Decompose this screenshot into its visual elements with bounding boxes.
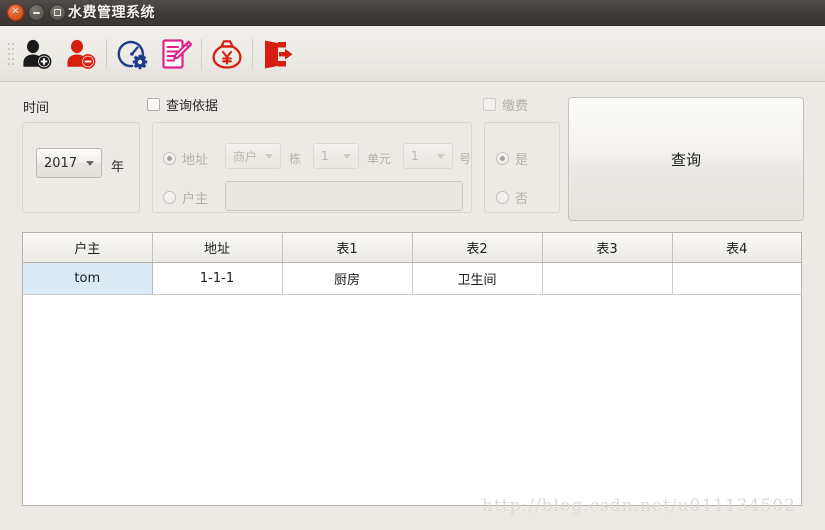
payment-filter-group: 是 否 [484, 122, 560, 213]
time-group-label: 时间 [20, 97, 53, 116]
radio-paid-no-dot [496, 191, 509, 204]
toolbar-separator [201, 38, 202, 69]
radio-paid-no[interactable]: 否 [496, 188, 528, 207]
year-select-value: 2017 [44, 155, 78, 171]
toolbar [0, 26, 825, 82]
minimize-icon [33, 11, 40, 14]
window-title: 水费管理系统 [68, 5, 155, 21]
watermark-text: http://blog.csdn.net/u011134502 [482, 496, 796, 516]
application-window: ✕ 水费管理系统 时间 2017 年 地址 商户 栋 1 单元 1 号 户主 查… [0, 0, 825, 530]
maximize-icon [54, 9, 61, 16]
address-type-value: 商户 [233, 149, 258, 164]
cell-meter3[interactable] [542, 262, 673, 295]
radio-address-dot [163, 152, 176, 165]
cell-owner[interactable]: tom [23, 262, 153, 295]
radio-owner[interactable]: 户主 [163, 188, 208, 207]
meter-settings-button[interactable] [110, 32, 154, 76]
column-header-meter4[interactable]: 表4 [672, 233, 801, 263]
column-header-meter1[interactable]: 表1 [282, 233, 413, 263]
cell-meter2[interactable]: 卫生间 [412, 262, 543, 295]
year-unit-label: 年 [111, 160, 125, 175]
unit-label: 单元 [367, 152, 392, 166]
add-user-icon [23, 39, 52, 69]
toolbar-separator [106, 38, 107, 69]
toolbar-grip[interactable] [4, 41, 13, 67]
payment-button[interactable] [205, 32, 249, 76]
money-bag-yuan-icon [212, 39, 242, 69]
window-controls: ✕ [7, 4, 66, 21]
edit-record-icon [162, 38, 193, 69]
query-basis-checkbox-label: 查询依据 [166, 99, 219, 114]
chevron-down-icon [343, 154, 351, 159]
toolbar-separator [252, 38, 253, 69]
exit-door-icon [265, 40, 293, 68]
results-table[interactable]: 户主 地址 表1 表2 表3 表4 tom 1-1-1 厨房 卫生间 [22, 232, 802, 506]
remove-user-icon [67, 39, 96, 69]
radio-owner-dot [163, 191, 176, 204]
radio-owner-label: 户主 [182, 192, 209, 207]
chevron-down-icon [265, 154, 273, 159]
query-basis-checkbox-box [147, 98, 160, 111]
query-button[interactable]: 查询 [568, 97, 804, 221]
column-header-address[interactable]: 地址 [152, 233, 283, 263]
cell-address[interactable]: 1-1-1 [152, 262, 283, 295]
radio-address[interactable]: 地址 [163, 149, 208, 168]
table-row[interactable]: tom 1-1-1 厨房 卫生间 [23, 262, 801, 295]
year-select[interactable]: 2017 [36, 148, 102, 178]
building-value: 1 [321, 149, 329, 163]
remove-user-button[interactable] [59, 32, 103, 76]
chevron-down-icon [86, 161, 94, 166]
cell-meter1[interactable]: 厨房 [282, 262, 413, 295]
radio-paid-yes-dot [496, 152, 509, 165]
title-bar: ✕ 水费管理系统 [0, 0, 825, 26]
building-label: 栋 [289, 152, 302, 166]
maximize-button[interactable] [49, 4, 66, 21]
exit-button[interactable] [256, 32, 300, 76]
main-content: 时间 2017 年 地址 商户 栋 1 单元 1 号 户主 查询依据 是 否 缴… [0, 82, 825, 530]
radio-paid-yes[interactable]: 是 [496, 149, 528, 168]
owner-input[interactable] [225, 181, 463, 211]
close-icon: ✕ [11, 7, 20, 17]
add-user-button[interactable] [15, 32, 59, 76]
column-header-meter3[interactable]: 表3 [542, 233, 673, 263]
edit-record-button[interactable] [154, 32, 198, 76]
meter-settings-icon [117, 40, 148, 69]
query-button-label: 查询 [670, 150, 701, 169]
minimize-button[interactable] [28, 4, 45, 21]
unit-select[interactable]: 1 [403, 143, 453, 169]
column-header-meter2[interactable]: 表2 [412, 233, 543, 263]
radio-paid-no-label: 否 [515, 192, 529, 207]
payment-checkbox[interactable]: 缴费 [480, 95, 532, 114]
number-label: 号 [459, 152, 472, 166]
payment-checkbox-label: 缴费 [502, 99, 529, 114]
payment-checkbox-box [483, 98, 496, 111]
close-button[interactable]: ✕ [7, 4, 24, 21]
chevron-down-icon [437, 154, 445, 159]
unit-value: 1 [411, 149, 419, 163]
column-header-owner[interactable]: 户主 [23, 233, 153, 263]
query-basis-group: 地址 商户 栋 1 单元 1 号 户主 [152, 122, 472, 213]
table-header-row: 户主 地址 表1 表2 表3 表4 [23, 233, 801, 263]
radio-address-label: 地址 [182, 153, 209, 168]
address-type-select[interactable]: 商户 [225, 143, 281, 169]
cell-meter4[interactable] [672, 262, 801, 295]
query-basis-checkbox[interactable]: 查询依据 [144, 95, 222, 114]
radio-paid-yes-label: 是 [515, 153, 529, 168]
building-select[interactable]: 1 [313, 143, 359, 169]
